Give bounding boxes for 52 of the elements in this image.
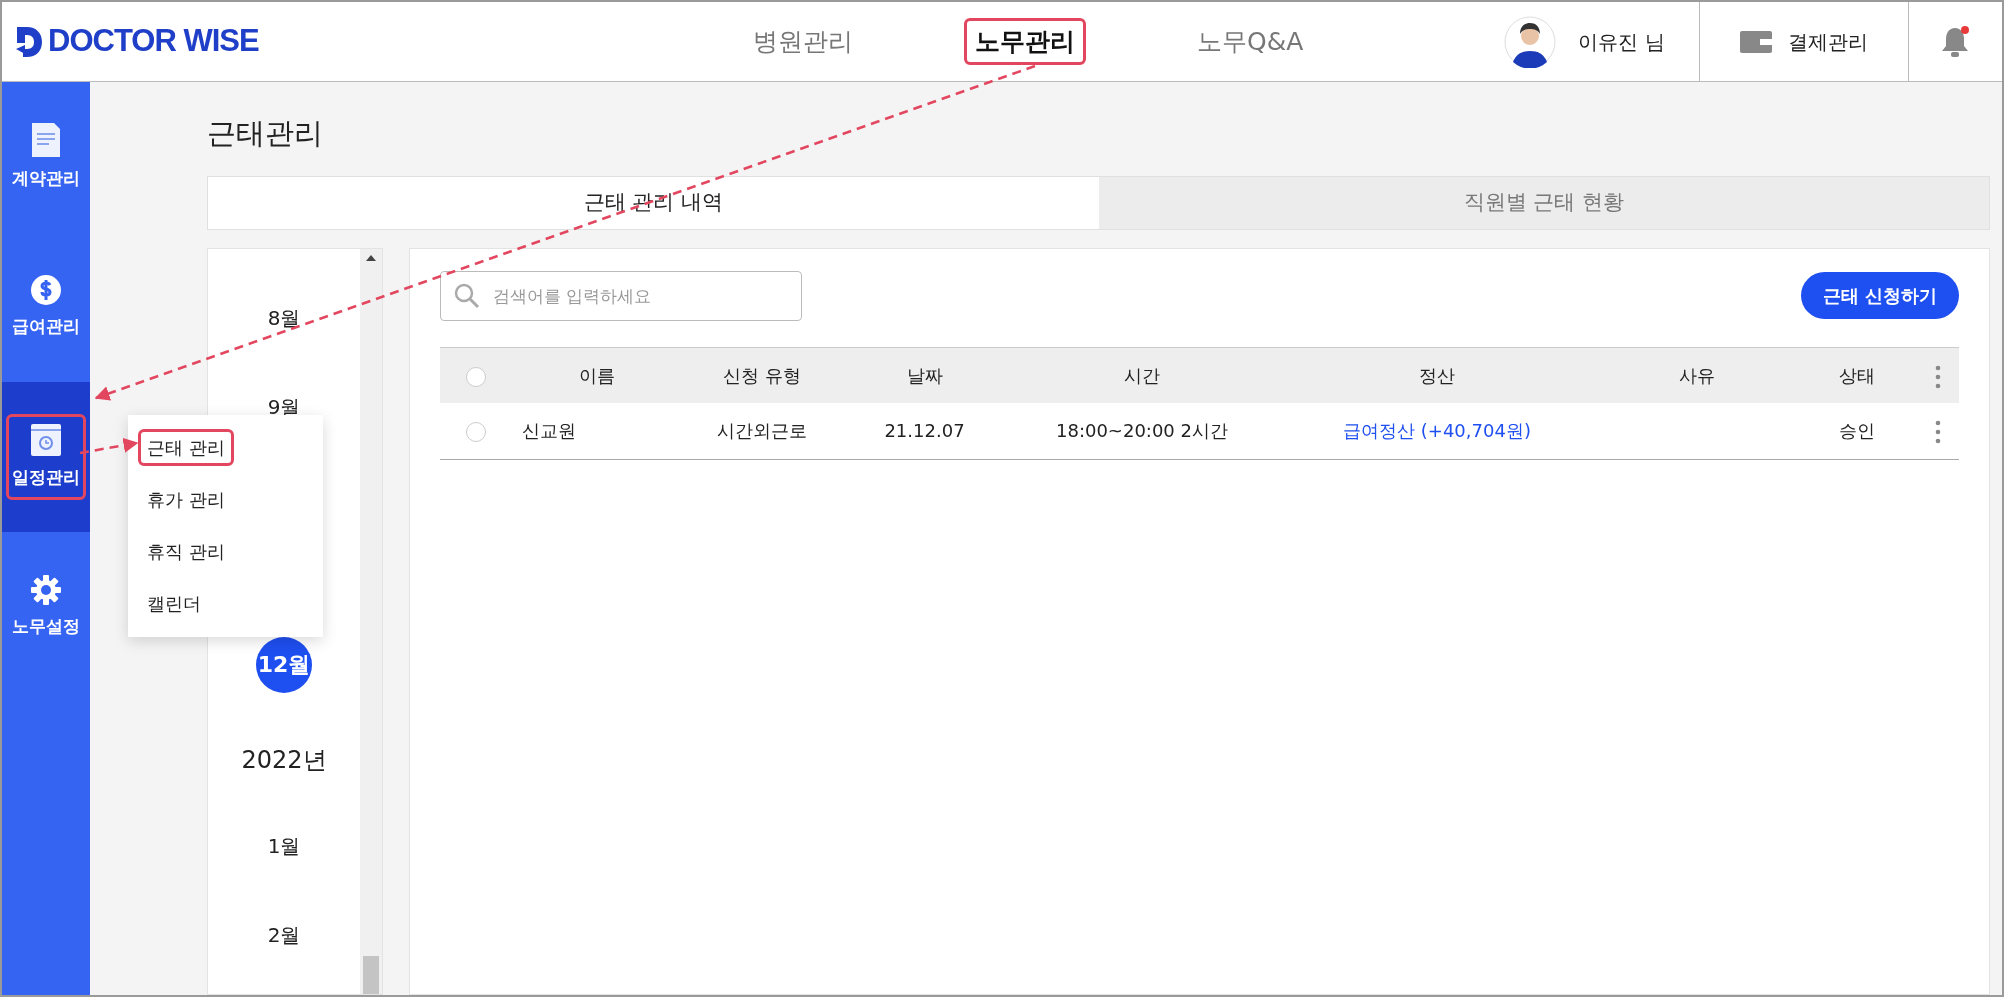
scrollbar[interactable] (360, 248, 382, 994)
nav-tab[interactable]: 노무Q&A (1186, 17, 1315, 66)
table-cell: 시간외근로 (717, 420, 807, 442)
sidebar-item[interactable]: 노무설정 (6, 565, 86, 649)
more-icon[interactable] (1935, 420, 1941, 445)
table-cell: 승인 (1839, 420, 1875, 442)
more-icon[interactable] (1935, 364, 1941, 389)
user-name: 이유진 님 (1578, 28, 1666, 56)
table-cell: 신교원 (522, 420, 576, 442)
submenu-item[interactable]: 휴가 관리 (138, 480, 234, 518)
logo-text: DOCTOR WISE (48, 22, 259, 61)
scroll-thumb[interactable] (363, 956, 379, 994)
nav-tab[interactable]: 노무관리 (964, 17, 1086, 66)
settlement-link[interactable]: 급여정산 (+40,704원) (1343, 420, 1531, 442)
submenu-item[interactable]: 휴직 관리 (138, 532, 234, 570)
column-header: 날짜 (842, 347, 1007, 403)
tab[interactable]: 직원별 근태 현황 (1098, 176, 1989, 229)
wallet-icon (1739, 30, 1772, 53)
logo-icon (14, 24, 44, 59)
settings-icon (30, 574, 62, 607)
column-header: 이름 (512, 347, 682, 403)
search-icon (454, 282, 480, 309)
calendar-clock-icon (30, 423, 62, 458)
column-header: 정산 (1277, 347, 1597, 403)
sidebar-item[interactable]: 급여관리 (6, 265, 86, 349)
month-item[interactable]: 8월 (267, 302, 301, 333)
nav-tab[interactable]: 병원관리 (742, 17, 864, 66)
page-title: 근태관리 (207, 115, 324, 152)
month-item[interactable]: 1월 (267, 830, 301, 861)
sidebar-item[interactable]: 일정관리 (6, 414, 86, 500)
avatar-icon (1504, 15, 1557, 68)
dollar-icon (30, 274, 62, 307)
submenu-item[interactable]: 캘린더 (138, 584, 210, 622)
table-cell: 21.12.07 (884, 420, 965, 442)
table-cell: 18:00~20:00 2시간 (1056, 420, 1228, 442)
month-item[interactable]: 12월 (256, 636, 312, 693)
annotation-arrow (79, 437, 139, 455)
sidebar-item[interactable]: 계약관리 (6, 113, 86, 201)
select-radio[interactable] (466, 422, 486, 443)
payment-menu[interactable]: 결제관리 (1699, 26, 1908, 57)
column-header: 신청 유형 (682, 347, 842, 403)
year-label: 2022년 (241, 744, 327, 776)
select-radio[interactable] (466, 366, 486, 387)
submenu-item[interactable]: 근태 관리 (138, 428, 234, 466)
search-field[interactable]: 검색어를 입력하세요 (440, 270, 802, 321)
document-icon (30, 122, 62, 159)
column-header: 상태 (1797, 347, 1917, 403)
apply-button[interactable]: 근태 신청하기 (1800, 272, 1959, 319)
column-header: 시간 (1007, 347, 1277, 403)
bell-icon[interactable] (1940, 24, 1971, 59)
column-header: 사유 (1597, 347, 1797, 403)
month-item[interactable]: 2월 (267, 919, 301, 950)
